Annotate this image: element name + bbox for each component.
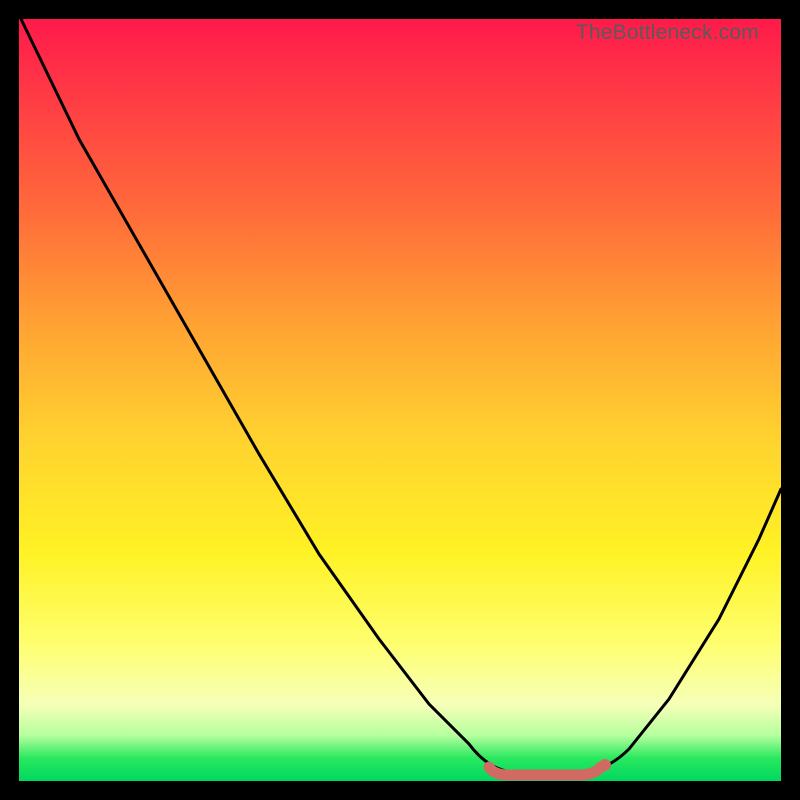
bottleneck-curve	[19, 19, 781, 781]
chart-frame: TheBottleneck.com	[0, 0, 800, 800]
curve-path	[21, 19, 781, 773]
end-dot-marker	[599, 759, 611, 771]
chart-plot-area: TheBottleneck.com	[19, 19, 781, 781]
flat-segment-marker	[489, 767, 601, 775]
